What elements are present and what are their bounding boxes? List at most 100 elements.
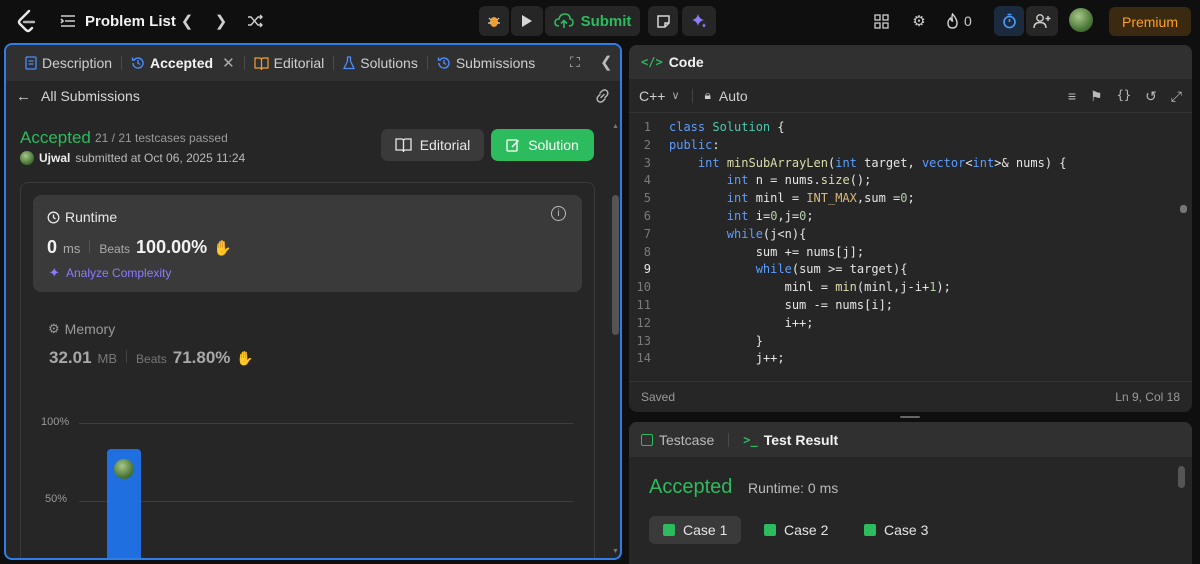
code-text: int n = nums.size(); <box>726 173 872 188</box>
streak-counter[interactable]: 0 <box>946 8 972 34</box>
code-line[interactable]: 9 while(sum >= target){ <box>629 262 1184 280</box>
leetcode-logo-icon[interactable] <box>14 9 38 33</box>
timer-button[interactable] <box>994 6 1024 36</box>
checkbox-icon <box>641 433 653 446</box>
code-line[interactable]: 4 int n = nums.size(); <box>629 173 1184 191</box>
editorial-button[interactable]: Editorial <box>381 129 484 161</box>
code-text: int minSubArrayLen(int target, vector<in… <box>697 155 1067 170</box>
reset-icon[interactable]: ↺ <box>1145 88 1157 105</box>
line-number: 8 <box>643 244 651 259</box>
run-button[interactable] <box>511 6 543 36</box>
tab-solutions[interactable]: Solutions <box>334 45 427 81</box>
scrollbar-thumb[interactable] <box>612 195 619 335</box>
code-line[interactable]: 2 public: <box>629 138 1184 156</box>
case-tab-1[interactable]: Case 1 <box>649 516 742 544</box>
chip-icon: ⚙ <box>48 321 60 336</box>
book-icon <box>395 138 412 152</box>
tab-test-result[interactable]: >_ Test Result <box>743 432 838 448</box>
line-number: 7 <box>643 226 651 241</box>
case-tab-3[interactable]: Case 3 <box>850 516 942 544</box>
expand-icon[interactable]: ⤢ <box>1171 88 1182 105</box>
avatar[interactable] <box>1069 8 1093 32</box>
code-status-bar: Saved Ln 9, Col 18 <box>629 381 1192 412</box>
language-label: C++ <box>639 87 666 104</box>
layout-grid-icon[interactable] <box>868 8 894 34</box>
submit-label: Submit <box>580 12 632 30</box>
back-arrow-icon[interactable]: ← <box>16 88 31 105</box>
username[interactable]: Ujwal <box>39 151 70 165</box>
sparkle-icon <box>49 267 59 277</box>
note-icon <box>656 14 670 28</box>
scroll-down-icon[interactable]: ▼ <box>612 548 619 555</box>
info-icon[interactable]: i <box>551 206 566 221</box>
language-select[interactable]: C++ ∨ <box>639 88 680 104</box>
code-line[interactable]: 14 j++; <box>629 351 1184 369</box>
submit-button[interactable]: Submit <box>545 6 640 36</box>
tab-submissions[interactable]: Submissions <box>428 45 544 81</box>
close-tab-icon[interactable]: ✕ <box>222 54 235 72</box>
shuffle-icon[interactable] <box>244 10 266 32</box>
debug-button[interactable] <box>479 6 509 36</box>
code-line[interactable]: 5 int minl = INT_MAX,sum =0; <box>629 191 1184 209</box>
code-line[interactable]: 6 int i=0,j=0; <box>629 209 1184 227</box>
code-line[interactable]: 12 i++; <box>629 316 1184 334</box>
runtime-beats-value: 100.00% <box>136 237 208 257</box>
maximize-icon[interactable]: ⛶ <box>570 54 580 71</box>
distribution-bar[interactable] <box>107 449 141 558</box>
memory-header[interactable]: ⚙ Memory <box>48 321 115 337</box>
cloud-upload-icon <box>553 13 574 28</box>
invite-user-button[interactable] <box>1026 6 1058 36</box>
runtime-title: Runtime <box>65 209 118 225</box>
code-line[interactable]: 11 sum -= nums[i]; <box>629 298 1184 316</box>
code-text: while(sum >= target){ <box>755 262 908 277</box>
code-text: while(j<n){ <box>726 226 807 241</box>
value-divider <box>89 240 91 253</box>
tab-label: Submissions <box>455 55 536 71</box>
code-line[interactable]: 7 while(j<n){ <box>629 227 1184 245</box>
case-tab-2[interactable]: Case 2 <box>750 516 842 544</box>
code-text: } <box>669 333 763 348</box>
code-line[interactable]: 1 class Solution { <box>629 120 1184 138</box>
line-number: 14 <box>636 351 651 366</box>
code-line[interactable]: 8 sum += nums[j]; <box>629 245 1184 263</box>
code-line[interactable]: 10 minl = min(minl,j-i+1); <box>629 280 1184 298</box>
code-line[interactable]: 3 int minSubArrayLen(int target, vector<… <box>629 156 1184 174</box>
book-icon <box>254 56 269 70</box>
tab-editorial[interactable]: Editorial <box>245 45 334 81</box>
runtime-card[interactable]: Runtime i 0 ms Beats 100.00% ✋ Analyze C… <box>33 195 582 292</box>
settings-gear-icon[interactable]: ⚙ <box>906 8 932 34</box>
runtime-beats-label: Beats <box>99 242 131 256</box>
next-problem-icon[interactable]: ❯ <box>210 10 232 32</box>
prev-problem-icon[interactable]: ❮ <box>176 10 198 32</box>
link-icon[interactable] <box>594 88 611 104</box>
tab-testcase[interactable]: Testcase <box>641 432 714 448</box>
cursor-position: Ln 9, Col 18 <box>1115 390 1180 404</box>
solution-button[interactable]: Solution <box>491 129 594 161</box>
editor-scrollbar[interactable] <box>1180 205 1187 213</box>
code-text: sum += nums[j]; <box>755 244 865 259</box>
result-scrollbar[interactable] <box>1178 466 1185 488</box>
scroll-up-icon[interactable]: ▲ <box>612 123 619 130</box>
result-tab-bar: Testcase >_ Test Result <box>629 422 1192 457</box>
notes-button[interactable] <box>648 6 678 36</box>
braces-icon[interactable]: {} <box>1117 88 1131 105</box>
code-text: int i=0,j=0; <box>726 208 814 223</box>
panel-resize-handle[interactable] <box>900 416 920 418</box>
collapse-panel-icon[interactable]: ❮ <box>600 53 613 71</box>
code-editor[interactable]: 1 class Solution {2 public: 3 int minSubArr… <box>629 120 1184 369</box>
problem-list-button[interactable]: Problem List <box>60 10 176 32</box>
toolbar-divider <box>691 88 693 103</box>
ai-assist-button[interactable] <box>682 6 716 36</box>
code-line[interactable]: 13 } <box>629 334 1184 352</box>
all-submissions-link[interactable]: All Submissions <box>41 88 140 104</box>
premium-button[interactable]: Premium <box>1109 7 1191 36</box>
tab-accepted[interactable]: Accepted ✕ <box>122 45 244 81</box>
all-submissions-bar: ← All Submissions <box>6 81 620 111</box>
format-list-icon[interactable]: ≡ <box>1068 88 1076 105</box>
bookmark-icon[interactable]: ⚑ <box>1090 88 1103 105</box>
auto-mode-label[interactable]: Auto <box>719 88 748 104</box>
analyze-complexity-link[interactable]: Analyze Complexity <box>49 266 171 280</box>
terminal-icon: >_ <box>743 432 758 447</box>
tab-description[interactable]: Description <box>16 45 121 81</box>
case-label: Case 3 <box>884 522 929 538</box>
